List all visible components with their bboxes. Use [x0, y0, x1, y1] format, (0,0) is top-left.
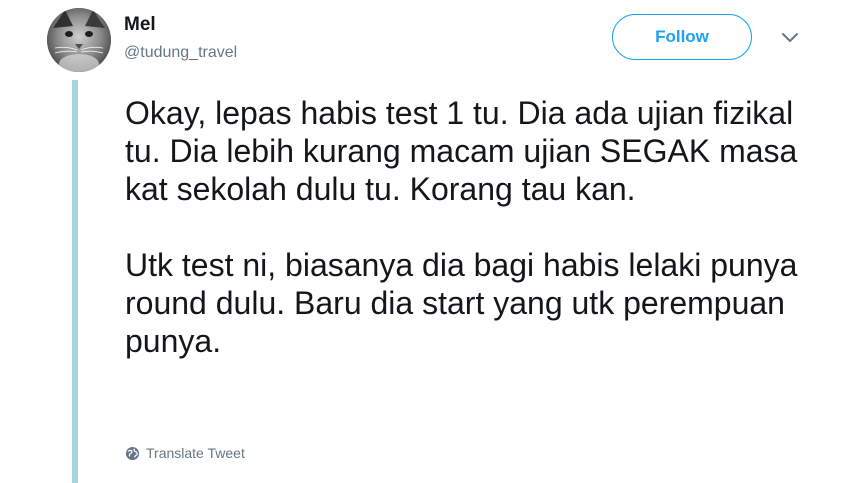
thread-line: [72, 80, 78, 483]
author-name[interactable]: Mel: [124, 13, 156, 37]
tweet-paragraph: Utk test ni, biasanya dia bagi habis lel…: [125, 247, 798, 359]
translate-label: Translate Tweet: [146, 445, 245, 461]
follow-button[interactable]: Follow: [612, 14, 752, 60]
translate-tweet-link[interactable]: Translate Tweet: [125, 445, 245, 461]
avatar[interactable]: [47, 8, 111, 72]
globe-icon: [125, 446, 140, 460]
author-handle[interactable]: @tudung_travel: [124, 43, 237, 63]
tweet-text: Okay, lepas habis test 1 tu. Dia ada uji…: [125, 94, 805, 360]
more-options-button[interactable]: [776, 28, 804, 48]
tweet-card: Mel @tudung_travel Follow Okay, lepas ha…: [0, 0, 842, 483]
cat-avatar-icon: [47, 8, 111, 72]
chevron-down-icon: [782, 33, 798, 42]
tweet-paragraph: Okay, lepas habis test 1 tu. Dia ada uji…: [125, 95, 798, 207]
